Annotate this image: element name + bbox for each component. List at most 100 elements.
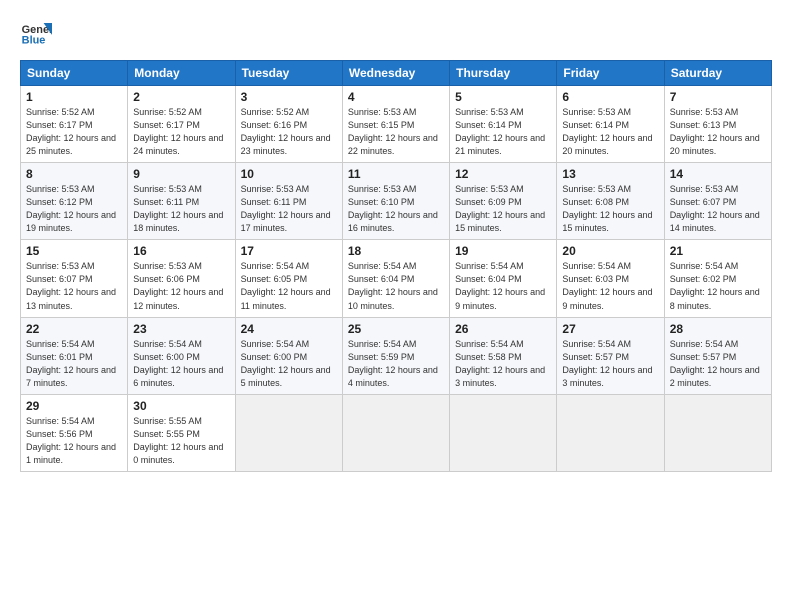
day-number: 21 (670, 244, 766, 258)
day-number: 23 (133, 322, 229, 336)
weekday-header-friday: Friday (557, 61, 664, 86)
svg-text:Blue: Blue (22, 34, 46, 46)
calendar-cell-14: 14 Sunrise: 5:53 AMSunset: 6:07 PMDaylig… (664, 163, 771, 240)
day-info: Sunrise: 5:55 AMSunset: 5:55 PMDaylight:… (133, 416, 223, 465)
day-number: 28 (670, 322, 766, 336)
calendar-cell-24: 24 Sunrise: 5:54 AMSunset: 6:00 PMDaylig… (235, 317, 342, 394)
calendar-cell-18: 18 Sunrise: 5:54 AMSunset: 6:04 PMDaylig… (342, 240, 449, 317)
day-info: Sunrise: 5:54 AMSunset: 5:57 PMDaylight:… (562, 339, 652, 388)
calendar-table: SundayMondayTuesdayWednesdayThursdayFrid… (20, 60, 772, 472)
day-info: Sunrise: 5:54 AMSunset: 6:00 PMDaylight:… (133, 339, 223, 388)
day-number: 27 (562, 322, 658, 336)
calendar-cell-27: 27 Sunrise: 5:54 AMSunset: 5:57 PMDaylig… (557, 317, 664, 394)
day-info: Sunrise: 5:52 AMSunset: 6:17 PMDaylight:… (26, 107, 116, 156)
page: General Blue SundayMondayTuesdayWednesda… (0, 0, 792, 612)
day-number: 4 (348, 90, 444, 104)
day-info: Sunrise: 5:53 AMSunset: 6:14 PMDaylight:… (455, 107, 545, 156)
logo-icon: General Blue (20, 18, 52, 50)
weekday-header-wednesday: Wednesday (342, 61, 449, 86)
weekday-header-saturday: Saturday (664, 61, 771, 86)
day-info: Sunrise: 5:53 AMSunset: 6:13 PMDaylight:… (670, 107, 760, 156)
calendar-cell-22: 22 Sunrise: 5:54 AMSunset: 6:01 PMDaylig… (21, 317, 128, 394)
calendar-cell-23: 23 Sunrise: 5:54 AMSunset: 6:00 PMDaylig… (128, 317, 235, 394)
day-info: Sunrise: 5:53 AMSunset: 6:08 PMDaylight:… (562, 184, 652, 233)
day-info: Sunrise: 5:53 AMSunset: 6:06 PMDaylight:… (133, 261, 223, 310)
day-info: Sunrise: 5:54 AMSunset: 6:04 PMDaylight:… (455, 261, 545, 310)
calendar-cell-26: 26 Sunrise: 5:54 AMSunset: 5:58 PMDaylig… (450, 317, 557, 394)
weekday-header-thursday: Thursday (450, 61, 557, 86)
calendar-week-3: 22 Sunrise: 5:54 AMSunset: 6:01 PMDaylig… (21, 317, 772, 394)
day-info: Sunrise: 5:54 AMSunset: 6:02 PMDaylight:… (670, 261, 760, 310)
weekday-header-sunday: Sunday (21, 61, 128, 86)
calendar-cell-empty (235, 394, 342, 471)
calendar-cell-8: 8 Sunrise: 5:53 AMSunset: 6:12 PMDayligh… (21, 163, 128, 240)
weekday-header-row: SundayMondayTuesdayWednesdayThursdayFrid… (21, 61, 772, 86)
day-info: Sunrise: 5:54 AMSunset: 6:03 PMDaylight:… (562, 261, 652, 310)
calendar-cell-25: 25 Sunrise: 5:54 AMSunset: 5:59 PMDaylig… (342, 317, 449, 394)
day-number: 18 (348, 244, 444, 258)
day-info: Sunrise: 5:53 AMSunset: 6:12 PMDaylight:… (26, 184, 116, 233)
day-number: 25 (348, 322, 444, 336)
logo: General Blue (20, 18, 52, 50)
calendar-cell-5: 5 Sunrise: 5:53 AMSunset: 6:14 PMDayligh… (450, 86, 557, 163)
day-number: 24 (241, 322, 337, 336)
calendar-cell-7: 7 Sunrise: 5:53 AMSunset: 6:13 PMDayligh… (664, 86, 771, 163)
day-number: 16 (133, 244, 229, 258)
day-info: Sunrise: 5:54 AMSunset: 5:58 PMDaylight:… (455, 339, 545, 388)
day-info: Sunrise: 5:53 AMSunset: 6:15 PMDaylight:… (348, 107, 438, 156)
day-number: 17 (241, 244, 337, 258)
calendar-cell-1: 1 Sunrise: 5:52 AMSunset: 6:17 PMDayligh… (21, 86, 128, 163)
day-number: 22 (26, 322, 122, 336)
day-info: Sunrise: 5:54 AMSunset: 6:01 PMDaylight:… (26, 339, 116, 388)
day-info: Sunrise: 5:53 AMSunset: 6:09 PMDaylight:… (455, 184, 545, 233)
calendar-week-4: 29 Sunrise: 5:54 AMSunset: 5:56 PMDaylig… (21, 394, 772, 471)
calendar-cell-empty (450, 394, 557, 471)
day-number: 26 (455, 322, 551, 336)
day-number: 3 (241, 90, 337, 104)
calendar-cell-6: 6 Sunrise: 5:53 AMSunset: 6:14 PMDayligh… (557, 86, 664, 163)
day-info: Sunrise: 5:54 AMSunset: 5:57 PMDaylight:… (670, 339, 760, 388)
calendar-week-2: 15 Sunrise: 5:53 AMSunset: 6:07 PMDaylig… (21, 240, 772, 317)
day-info: Sunrise: 5:53 AMSunset: 6:07 PMDaylight:… (26, 261, 116, 310)
day-number: 2 (133, 90, 229, 104)
day-number: 10 (241, 167, 337, 181)
calendar-cell-10: 10 Sunrise: 5:53 AMSunset: 6:11 PMDaylig… (235, 163, 342, 240)
day-info: Sunrise: 5:53 AMSunset: 6:10 PMDaylight:… (348, 184, 438, 233)
calendar-cell-13: 13 Sunrise: 5:53 AMSunset: 6:08 PMDaylig… (557, 163, 664, 240)
calendar-cell-16: 16 Sunrise: 5:53 AMSunset: 6:06 PMDaylig… (128, 240, 235, 317)
header: General Blue (20, 18, 772, 50)
day-number: 1 (26, 90, 122, 104)
calendar-cell-3: 3 Sunrise: 5:52 AMSunset: 6:16 PMDayligh… (235, 86, 342, 163)
calendar-week-1: 8 Sunrise: 5:53 AMSunset: 6:12 PMDayligh… (21, 163, 772, 240)
day-number: 7 (670, 90, 766, 104)
day-number: 9 (133, 167, 229, 181)
calendar-cell-empty (342, 394, 449, 471)
calendar-cell-11: 11 Sunrise: 5:53 AMSunset: 6:10 PMDaylig… (342, 163, 449, 240)
calendar-cell-12: 12 Sunrise: 5:53 AMSunset: 6:09 PMDaylig… (450, 163, 557, 240)
day-number: 20 (562, 244, 658, 258)
day-info: Sunrise: 5:52 AMSunset: 6:17 PMDaylight:… (133, 107, 223, 156)
day-info: Sunrise: 5:54 AMSunset: 6:05 PMDaylight:… (241, 261, 331, 310)
calendar-week-0: 1 Sunrise: 5:52 AMSunset: 6:17 PMDayligh… (21, 86, 772, 163)
calendar-cell-empty (664, 394, 771, 471)
calendar-cell-15: 15 Sunrise: 5:53 AMSunset: 6:07 PMDaylig… (21, 240, 128, 317)
calendar-cell-21: 21 Sunrise: 5:54 AMSunset: 6:02 PMDaylig… (664, 240, 771, 317)
day-number: 29 (26, 399, 122, 413)
day-info: Sunrise: 5:53 AMSunset: 6:11 PMDaylight:… (241, 184, 331, 233)
day-info: Sunrise: 5:54 AMSunset: 5:56 PMDaylight:… (26, 416, 116, 465)
day-number: 12 (455, 167, 551, 181)
day-info: Sunrise: 5:54 AMSunset: 6:00 PMDaylight:… (241, 339, 331, 388)
calendar-cell-4: 4 Sunrise: 5:53 AMSunset: 6:15 PMDayligh… (342, 86, 449, 163)
day-number: 13 (562, 167, 658, 181)
calendar-cell-empty (557, 394, 664, 471)
calendar-cell-28: 28 Sunrise: 5:54 AMSunset: 5:57 PMDaylig… (664, 317, 771, 394)
calendar-cell-9: 9 Sunrise: 5:53 AMSunset: 6:11 PMDayligh… (128, 163, 235, 240)
calendar-cell-19: 19 Sunrise: 5:54 AMSunset: 6:04 PMDaylig… (450, 240, 557, 317)
weekday-header-tuesday: Tuesday (235, 61, 342, 86)
day-number: 8 (26, 167, 122, 181)
day-info: Sunrise: 5:53 AMSunset: 6:14 PMDaylight:… (562, 107, 652, 156)
day-number: 5 (455, 90, 551, 104)
calendar-cell-2: 2 Sunrise: 5:52 AMSunset: 6:17 PMDayligh… (128, 86, 235, 163)
day-info: Sunrise: 5:53 AMSunset: 6:11 PMDaylight:… (133, 184, 223, 233)
calendar-cell-29: 29 Sunrise: 5:54 AMSunset: 5:56 PMDaylig… (21, 394, 128, 471)
